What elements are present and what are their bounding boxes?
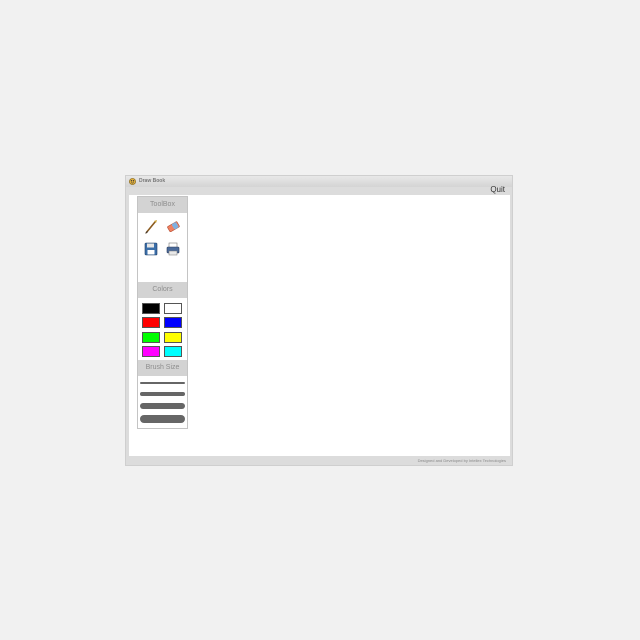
quit-button[interactable]: Quit: [490, 185, 505, 195]
color-swatch-magenta[interactable]: [142, 346, 160, 357]
color-swatch-cyan[interactable]: [164, 346, 182, 357]
app-window: Draw Book Quit ToolBox Colors Brush Size…: [125, 175, 513, 466]
paint-palette-icon: [129, 178, 136, 185]
footer-credit: Designed and Developed by Intellex Techn…: [417, 458, 506, 463]
title-bar: Draw Book: [126, 176, 512, 187]
toolbox-header: ToolBox: [138, 197, 187, 213]
window-title: Draw Book: [139, 178, 166, 184]
print-icon[interactable]: [165, 241, 181, 257]
eraser-icon[interactable]: [165, 219, 181, 235]
color-swatch-white[interactable]: [164, 303, 182, 314]
brush-size-header: Brush Size: [138, 360, 187, 376]
save-icon[interactable]: [143, 241, 159, 257]
brush-size-4[interactable]: [140, 415, 185, 423]
footer-bar: Designed and Developed by Intellex Techn…: [126, 456, 512, 465]
brush-size-3[interactable]: [140, 403, 185, 409]
brush-size-2[interactable]: [140, 392, 185, 396]
color-swatch-yellow[interactable]: [164, 332, 182, 343]
color-swatch-black[interactable]: [142, 303, 160, 314]
menu-bar: Quit: [126, 185, 512, 195]
brush-size-1[interactable]: [140, 382, 185, 384]
tool-panel: ToolBox Colors Brush Size: [137, 196, 188, 429]
color-swatch-blue[interactable]: [164, 317, 182, 328]
color-swatch-red[interactable]: [142, 317, 160, 328]
colors-header: Colors: [138, 282, 187, 298]
color-swatch-green[interactable]: [142, 332, 160, 343]
brush-icon[interactable]: [143, 219, 159, 235]
